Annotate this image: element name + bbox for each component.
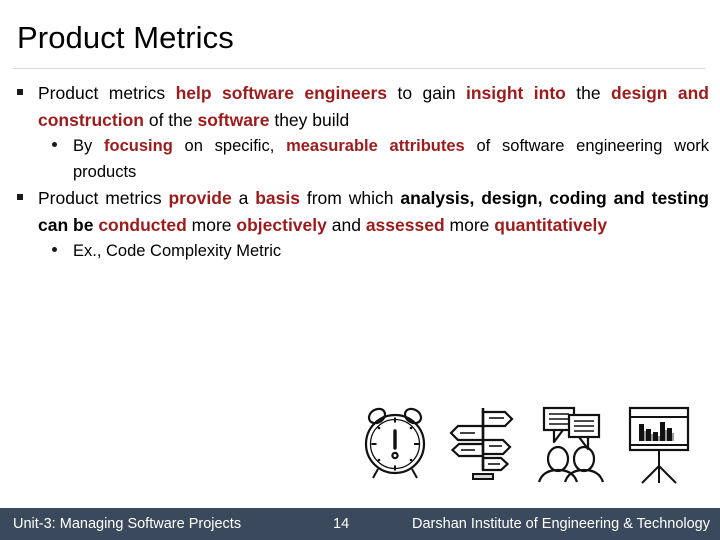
run: the — [565, 83, 612, 103]
run-highlight: provide — [168, 188, 232, 208]
bullet-item-1: Product metrics help software engineers … — [12, 80, 709, 133]
signpost-directions-icon — [440, 398, 526, 488]
run-highlight: help software engineers — [175, 83, 388, 103]
run-highlight: focusing — [104, 137, 173, 155]
run: Product metrics — [38, 188, 169, 208]
footer-unit-label: Unit-3: Managing Software Projects — [13, 516, 242, 532]
run: on specific, — [172, 137, 287, 155]
bullet-item-2: By focusing on specific, measurable attr… — [12, 133, 709, 185]
bullet-text-1: Product metrics help software engineers … — [38, 80, 709, 133]
run-highlight: assessed — [365, 214, 445, 235]
run: Product metrics — [38, 83, 176, 103]
run: to gain — [387, 83, 466, 103]
round-bullet-icon — [52, 133, 57, 159]
run-highlight: software — [197, 109, 270, 130]
two-people-conversation-icon — [528, 398, 614, 488]
run-highlight: quantitatively — [494, 214, 608, 235]
bullet-text-3: Product metrics provide a basis from whi… — [38, 185, 709, 238]
run-highlight: measurable attributes — [286, 137, 465, 155]
run: more — [444, 214, 495, 235]
bullet-text-4: Ex., Code Complexity Metric — [73, 242, 282, 260]
presentation-bar-chart-icon — [616, 398, 702, 488]
slide-footer: Unit-3: Managing Software Projects 14 Da… — [0, 508, 720, 540]
footer-institute-label: Darshan Institute of Engineering & Techn… — [412, 516, 710, 532]
run: By — [73, 137, 105, 155]
run-highlight: objectively — [236, 214, 327, 235]
decorative-icon-strip — [352, 398, 700, 488]
title-divider — [13, 68, 706, 69]
slide-body: Product metrics help software engineers … — [12, 80, 709, 264]
run: from which — [299, 188, 401, 208]
page-title: Product Metrics — [17, 20, 234, 55]
footer-page-number: 14 — [333, 516, 350, 532]
run: they build — [269, 109, 350, 130]
run: a — [231, 188, 256, 208]
run: more — [186, 214, 237, 235]
square-bullet-icon — [17, 80, 27, 107]
run-highlight: basis — [255, 188, 300, 208]
run-highlight: conducted — [98, 214, 187, 235]
square-bullet-icon — [17, 185, 27, 212]
run: of the — [143, 109, 198, 130]
round-bullet-icon — [52, 238, 57, 264]
alarm-clock-exclamation-icon — [352, 398, 438, 488]
run: and — [326, 214, 366, 235]
run-highlight: insight into — [466, 83, 566, 103]
bullet-text-2: By focusing on specific, measurable attr… — [73, 133, 709, 185]
bullet-item-4: Ex., Code Complexity Metric — [12, 238, 709, 264]
bullet-item-3: Product metrics provide a basis from whi… — [12, 185, 709, 238]
